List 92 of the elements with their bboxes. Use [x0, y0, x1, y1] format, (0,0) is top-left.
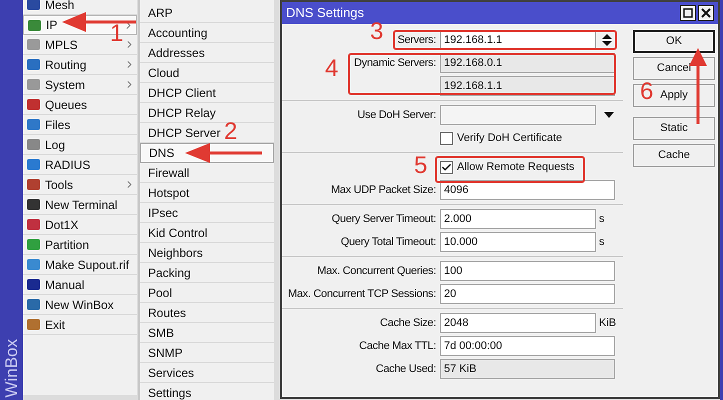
maximize-icon[interactable]: [680, 5, 696, 21]
menu-item[interactable]: Files: [23, 115, 137, 135]
menu-item[interactable]: New Terminal: [23, 195, 137, 215]
submenu-item[interactable]: Kid Control: [140, 223, 274, 243]
submenu-item[interactable]: Services: [140, 363, 274, 383]
input-field[interactable]: 10.000: [440, 232, 596, 252]
input-field[interactable]: 20: [440, 284, 615, 304]
menu-item[interactable]: Partition: [23, 235, 137, 255]
field-label: Query Total Timeout:: [340, 234, 436, 250]
menu-icon: [26, 297, 41, 312]
input-field[interactable]: 2.000: [440, 209, 596, 229]
menu-icon: [26, 0, 41, 12]
field-label: Use DoH Server:: [357, 108, 436, 123]
dialog-button[interactable]: Static: [633, 117, 715, 140]
menu-icon: [26, 57, 41, 72]
submenu-item[interactable]: Cloud: [140, 63, 274, 83]
menu-item[interactable]: Dot1X: [23, 215, 137, 235]
menu-item[interactable]: Make Supout.rif: [23, 255, 137, 275]
window-title: DNS Settings: [286, 4, 364, 22]
submenu-item[interactable]: Packing: [140, 263, 274, 283]
submenu-item[interactable]: IPsec: [140, 203, 274, 223]
dropdown-icon[interactable]: [604, 112, 614, 118]
side-label: WinBox: [0, 339, 22, 398]
menu-icon: [26, 217, 41, 232]
annotation-number: 3: [370, 20, 384, 44]
field-label: Max UDP Packet Size:: [330, 182, 436, 198]
menu-item[interactable]: Routing: [23, 55, 137, 75]
submenu-item[interactable]: SMB: [140, 323, 274, 343]
checkbox-label: Allow Remote Requests: [457, 160, 574, 175]
readonly-field: 57 KiB: [440, 359, 615, 379]
submenu-item[interactable]: Routes: [140, 303, 274, 323]
menu-item[interactable]: RADIUS: [23, 155, 137, 175]
field-label: Cache Size:: [380, 316, 436, 331]
input-field[interactable]: 100: [440, 261, 615, 281]
submenu-item[interactable]: SNMP: [140, 343, 274, 363]
field-label: Servers:: [397, 32, 436, 48]
menu-icon: [26, 37, 41, 52]
menu-item[interactable]: Manual: [23, 275, 137, 295]
menu-icon: [26, 137, 41, 152]
dialog-button[interactable]: Cancel: [633, 57, 715, 80]
unit-label: s: [599, 234, 604, 250]
checkbox[interactable]: [440, 132, 453, 144]
submenu-item[interactable]: Addresses: [140, 43, 274, 63]
submenu-item[interactable]: Settings: [140, 383, 274, 400]
readonly-field: 192.168.1.1: [440, 76, 615, 96]
dialog-button[interactable]: OK: [633, 30, 715, 53]
menu-item[interactable]: Exit: [23, 315, 137, 335]
menu-icon: [26, 177, 41, 192]
annotation-number: 2: [224, 120, 238, 144]
field-label: Cache Used:: [376, 362, 436, 377]
dialog-button[interactable]: Cache: [633, 144, 715, 167]
menu-icon: [26, 97, 41, 112]
field-label: Cache Max TTL:: [359, 338, 436, 354]
menu-icon: [26, 317, 41, 332]
submenu-item[interactable]: DHCP Client: [140, 83, 274, 103]
submenu-item[interactable]: ARP: [140, 3, 274, 23]
field-label: Max. Concurrent TCP Sessions:: [288, 286, 436, 302]
menu-icon: [27, 18, 42, 32]
menu-item[interactable]: System: [23, 75, 137, 95]
menu-item[interactable]: Tools: [23, 175, 137, 195]
menu-icon: [26, 277, 41, 292]
submenu-item[interactable]: DHCP Relay: [140, 103, 274, 123]
menu-icon: [26, 257, 41, 272]
menu-icon: [26, 237, 41, 252]
input-field[interactable]: 7d 00:00:00: [440, 336, 615, 356]
submenu-item[interactable]: Accounting: [140, 23, 274, 43]
readonly-field: 192.168.0.1: [440, 53, 615, 73]
input-field[interactable]: 2048: [440, 313, 596, 333]
submenu-item[interactable]: Firewall: [140, 163, 274, 183]
menu-icon: [26, 157, 41, 172]
checkbox-label: Verify DoH Certificate: [457, 130, 562, 146]
menu-icon: [26, 117, 41, 132]
field-label: Query Server Timeout:: [332, 212, 436, 227]
menu-icon: [26, 77, 41, 92]
checkbox[interactable]: [440, 160, 453, 174]
menu-icon: [26, 197, 41, 212]
menu-item[interactable]: Queues: [23, 95, 137, 115]
input-field[interactable]: 4096: [440, 180, 615, 200]
spinner-icon[interactable]: [600, 33, 614, 47]
submenu-item[interactable]: Pool: [140, 283, 274, 303]
field-label: Dynamic Servers:: [354, 56, 436, 71]
submenu-item[interactable]: Neighbors: [140, 243, 274, 263]
unit-label: KiB: [599, 316, 616, 331]
annotation-number: 5: [414, 154, 428, 178]
close-icon[interactable]: [698, 5, 714, 21]
submenu-item[interactable]: Hotspot: [140, 183, 274, 203]
annotation-number: 4: [325, 57, 338, 81]
doh-server-field[interactable]: [440, 105, 596, 125]
menu-item[interactable]: Log: [23, 135, 137, 155]
unit-label: s: [599, 212, 604, 227]
field-label: Max. Concurrent Queries:: [317, 264, 436, 279]
menu-item[interactable]: New WinBox: [23, 295, 137, 315]
